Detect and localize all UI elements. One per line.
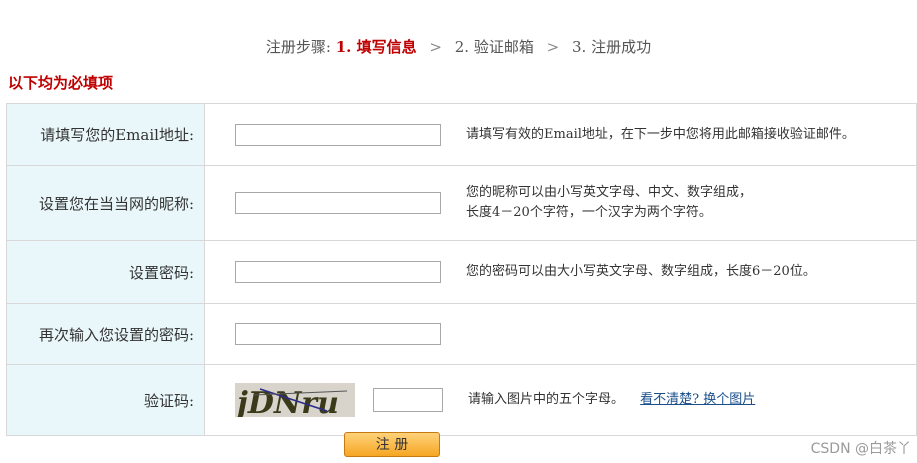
nickname-hint: 您的昵称可以由小写英文字母、中文、数字组成， 长度4－20个字符，一个汉字为两个…: [466, 185, 753, 220]
captcha-row: 验证码: jDNru 请输入图片中的五个字母。 看不清楚? 换个图片: [7, 365, 916, 435]
step-arrow: >: [546, 38, 560, 56]
captcha-label: 验证码:: [7, 365, 205, 435]
confirm-password-input[interactable]: [235, 323, 441, 345]
required-note: 以下均为必填项: [8, 74, 114, 92]
captcha-input[interactable]: [373, 388, 443, 412]
nickname-label: 设置您在当当网的昵称:: [7, 166, 205, 240]
email-hint: 请填写有效的Email地址，在下一步中您将用此邮箱接收验证邮件。: [466, 126, 855, 142]
captcha-hint: 请输入图片中的五个字母。 看不清楚? 换个图片: [468, 392, 756, 407]
steps-prefix: 注册步骤:: [265, 38, 331, 56]
password-row: 设置密码: 您的密码可以由大小写英文字母、数字组成，长度6－20位。: [7, 241, 916, 304]
step-fill-info: 1. 填写信息: [335, 38, 417, 56]
confirm-password-label: 再次输入您设置的密码:: [7, 304, 205, 364]
watermark: CSDN @白茶丫: [810, 441, 911, 457]
email-label: 请填写您的Email地址:: [7, 104, 205, 165]
registration-form: 请填写您的Email地址: 请填写有效的Email地址，在下一步中您将用此邮箱接…: [6, 103, 917, 436]
step-verify-email: 2. 验证邮箱: [454, 38, 534, 56]
password-hint: 您的密码可以由大小写英文字母、数字组成，长度6－20位。: [466, 264, 816, 279]
email-row: 请填写您的Email地址: 请填写有效的Email地址，在下一步中您将用此邮箱接…: [7, 104, 916, 166]
nickname-row: 设置您在当当网的昵称: 您的昵称可以由小写英文字母、中文、数字组成， 长度4－2…: [7, 166, 916, 241]
step-arrow: >: [429, 38, 442, 56]
password-label: 设置密码:: [7, 241, 205, 303]
email-input[interactable]: [235, 123, 441, 146]
confirm-password-row: 再次输入您设置的密码:: [7, 304, 916, 365]
captcha-graphic: jDNru: [235, 383, 355, 417]
captcha-image[interactable]: jDNru: [235, 383, 355, 417]
svg-text:jDNru: jDNru: [235, 386, 339, 417]
register-button[interactable]: 注 册: [344, 432, 440, 457]
registration-steps: 注册步骤: 1. 填写信息 > 2. 验证邮箱 > 3. 注册成功: [0, 36, 917, 57]
step-register-success: 3. 注册成功: [572, 38, 652, 56]
password-input[interactable]: [235, 261, 441, 283]
nickname-input[interactable]: [235, 192, 441, 214]
refresh-captcha-link[interactable]: 看不清楚? 换个图片: [640, 392, 755, 407]
